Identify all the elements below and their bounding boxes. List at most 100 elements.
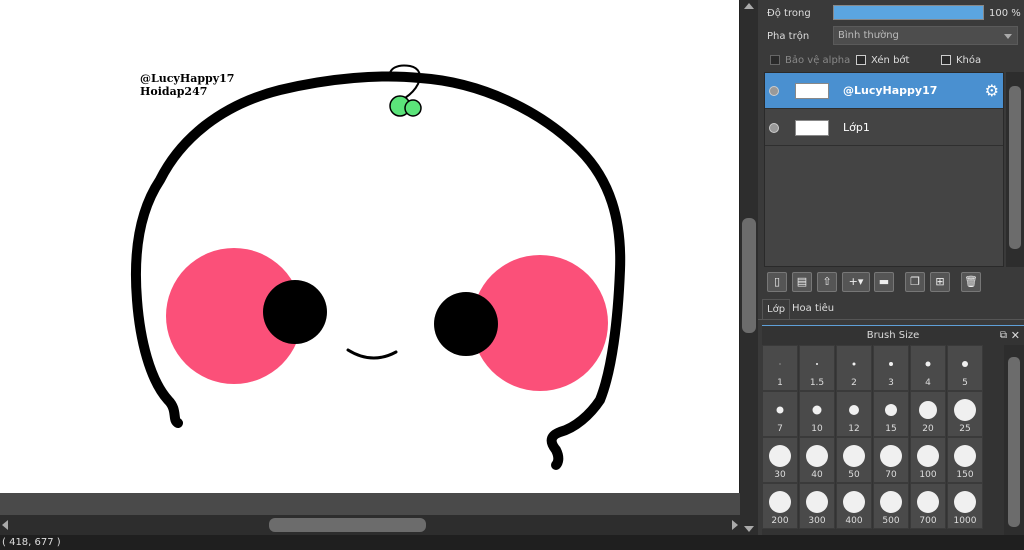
brush-size-cell[interactable]: 300 — [799, 483, 835, 529]
brush-size-cell[interactable]: 700 — [910, 483, 946, 529]
brush-size-label: 100 — [919, 470, 937, 480]
layer-list-scrollbar[interactable] — [1006, 72, 1024, 267]
brush-size-label: 4 — [925, 378, 931, 388]
brush-preview-dot — [919, 401, 937, 419]
brush-size-cell[interactable]: 70 — [873, 437, 909, 483]
brush-size-cell[interactable]: 12 — [836, 391, 872, 437]
brush-size-label: 12 — [848, 424, 860, 434]
brush-size-label: 700 — [919, 516, 937, 526]
cursor-coordinates: ( 418, 677 ) — [2, 537, 61, 548]
brush-size-cell[interactable]: 30 — [762, 437, 798, 483]
layer-thumbnail — [795, 120, 829, 136]
brush-preview-dot — [954, 399, 976, 421]
layer-name: Lớp1 — [843, 121, 870, 134]
folder-icon[interactable]: ▬ — [874, 272, 894, 292]
delete-icon[interactable]: 🗑 — [961, 272, 981, 292]
mouth — [346, 348, 398, 360]
brush-scroll-thumb[interactable] — [1008, 357, 1020, 527]
brush-size-cell[interactable]: 1.5 — [799, 345, 835, 391]
brush-preview-dot — [885, 404, 897, 416]
add-layer-menu-icon[interactable]: +▾ — [842, 272, 870, 292]
new-layer-icon[interactable]: ▯ — [767, 272, 787, 292]
brush-grid-scrollbar[interactable] — [1004, 345, 1024, 535]
drawing-artwork — [130, 64, 626, 470]
brush-size-cell[interactable]: 1000 — [947, 483, 983, 529]
brush-size-cell[interactable]: 1 — [762, 345, 798, 391]
chevron-down-icon — [1004, 34, 1012, 39]
brush-preview-dot — [954, 491, 976, 513]
import-layer-icon[interactable]: ⇧ — [817, 272, 837, 292]
scroll-left-icon[interactable] — [2, 520, 8, 530]
brush-size-label: 2 — [851, 378, 857, 388]
blend-label: Pha trộn — [767, 31, 810, 42]
brush-size-cell[interactable]: 5 — [947, 345, 983, 391]
layer-name: @LucyHappy17 — [843, 84, 938, 97]
vertical-scroll-thumb[interactable] — [742, 218, 756, 333]
brush-size-label: 400 — [845, 516, 863, 526]
layer-scroll-thumb[interactable] — [1009, 86, 1021, 249]
brush-size-header: Brush Size ⧉ ✕ — [762, 325, 1024, 345]
brush-preview-dot — [806, 491, 828, 513]
brush-preview-dot — [769, 491, 791, 513]
blend-mode-select[interactable]: Bình thường — [833, 26, 1018, 45]
lock-checkbox[interactable] — [941, 55, 951, 65]
protect-alpha-checkbox[interactable] — [770, 55, 780, 65]
blend-mode-value: Bình thường — [838, 30, 899, 41]
brush-size-cell[interactable]: 7 — [762, 391, 798, 437]
vertical-scrollbar[interactable] — [740, 0, 758, 535]
brush-size-label: 20 — [922, 424, 934, 434]
tab-navigator[interactable]: Hoa tiêu — [788, 299, 838, 319]
opacity-label: Độ trong — [767, 8, 811, 19]
lock-label: Khóa — [956, 55, 982, 66]
close-icon[interactable]: ✕ — [1011, 326, 1020, 346]
visibility-toggle[interactable] — [769, 123, 779, 133]
merge-icon[interactable]: ⊞ — [930, 272, 950, 292]
horizontal-scroll-thumb[interactable] — [269, 518, 426, 532]
brush-size-label: 300 — [808, 516, 826, 526]
drawing-canvas[interactable]: @LucyHappy17 Hoidap247 — [0, 0, 740, 493]
duplicate-icon[interactable]: ❐ — [905, 272, 925, 292]
brush-size-cell[interactable]: 25 — [947, 391, 983, 437]
scroll-down-icon[interactable] — [744, 526, 754, 532]
layer-row-lop1[interactable]: Lớp1 — [765, 110, 1003, 146]
clip-checkbox[interactable] — [856, 55, 866, 65]
scroll-up-icon[interactable] — [744, 3, 754, 9]
brush-size-grid: 1 1.5 2 3 4 5 7 10 12 15 20 25 30 40 50 70 100 150 200 300 4… — [762, 345, 1024, 535]
brush-size-label: 1.5 — [809, 378, 825, 388]
horizontal-scrollbar[interactable] — [0, 515, 740, 535]
brush-size-cell[interactable]: 40 — [799, 437, 835, 483]
brush-size-cell[interactable]: 4 — [910, 345, 946, 391]
brush-size-cell[interactable]: 500 — [873, 483, 909, 529]
tab-divider — [758, 319, 1024, 320]
opacity-slider[interactable] — [833, 5, 984, 20]
opacity-value: 100 % — [989, 8, 1021, 19]
brush-size-cell[interactable]: 400 — [836, 483, 872, 529]
brush-preview-dot — [806, 445, 828, 467]
brush-size-cell[interactable]: 20 — [910, 391, 946, 437]
brush-size-cell[interactable]: 2 — [836, 345, 872, 391]
visibility-toggle[interactable] — [769, 86, 779, 96]
brush-size-label: 7 — [777, 424, 783, 434]
brush-size-cell[interactable]: 15 — [873, 391, 909, 437]
brush-size-cell[interactable]: 10 — [799, 391, 835, 437]
brush-preview-dot — [816, 363, 818, 365]
brush-size-cell[interactable]: 150 — [947, 437, 983, 483]
scroll-right-icon[interactable] — [732, 520, 738, 530]
layer-thumbnail — [795, 83, 829, 99]
popout-icon[interactable]: ⧉ — [1000, 326, 1007, 346]
brush-preview-dot — [776, 406, 784, 414]
brush-size-label: 5 — [962, 378, 968, 388]
gear-icon[interactable]: ⚙ — [985, 81, 999, 100]
brush-preview-dot — [925, 361, 931, 367]
brush-preview-dot — [880, 445, 902, 467]
brush-size-cell[interactable]: 3 — [873, 345, 909, 391]
brush-size-cell[interactable]: 100 — [910, 437, 946, 483]
layer-row-lucyhappy17[interactable]: @LucyHappy17 ⚙ — [765, 73, 1003, 109]
new-raster-icon[interactable]: ▤ — [792, 272, 812, 292]
brush-preview-dot — [962, 361, 968, 367]
brush-size-cell[interactable]: 50 — [836, 437, 872, 483]
brush-size-cell[interactable]: 200 — [762, 483, 798, 529]
tab-layers[interactable]: Lớp — [762, 299, 791, 319]
brush-preview-dot — [917, 445, 939, 467]
brush-size-label: 500 — [882, 516, 900, 526]
